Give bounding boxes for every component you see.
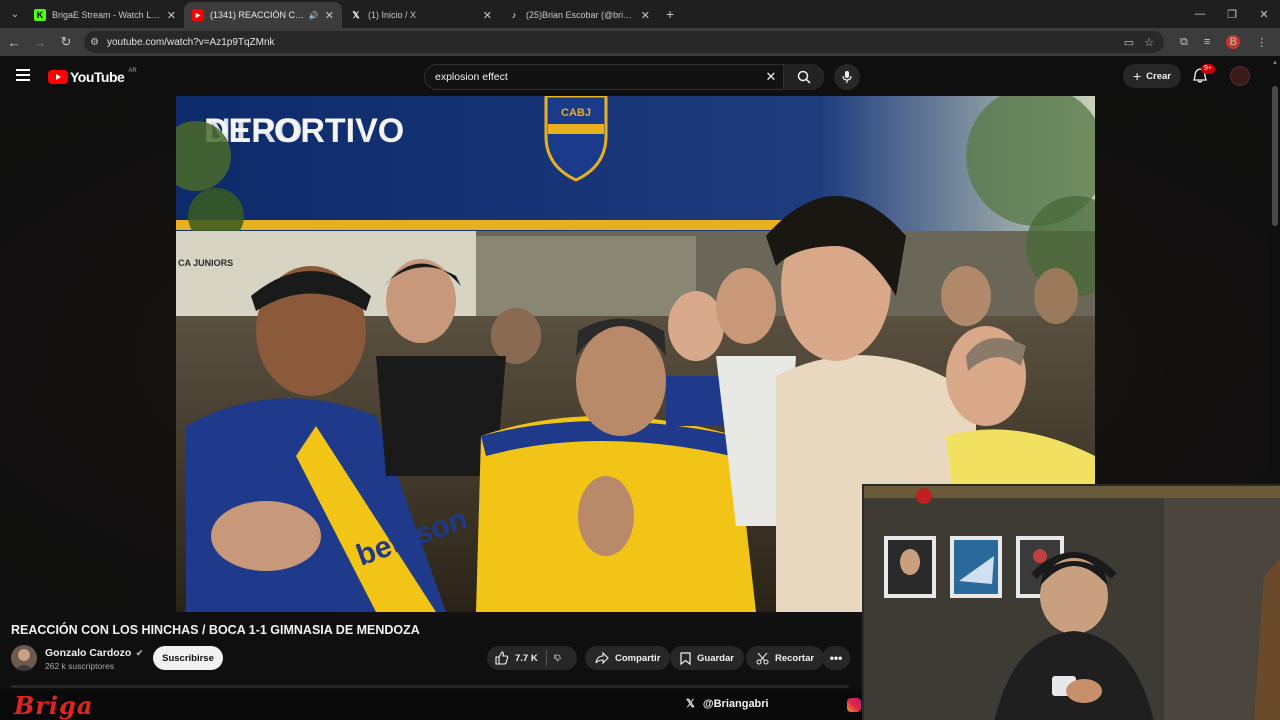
tab-title: (1) Inicio / X [368, 10, 417, 20]
channel-avatar-image [14, 649, 34, 671]
search-input[interactable]: explosion effect [425, 71, 759, 83]
dislike-button[interactable] [546, 646, 577, 670]
menu-icon[interactable]: ⋮ [1256, 36, 1267, 49]
browser-tab-strip: ⌄ K BrigaE Stream - Watch Live on K ✕ ▶ … [0, 0, 1280, 28]
voice-search-button[interactable] [834, 64, 860, 90]
new-tab-button[interactable]: + [666, 6, 674, 22]
back-icon[interactable]: ← [2, 35, 26, 50]
tab-title: BrigaE Stream - Watch Live on K [52, 10, 161, 20]
clip-button[interactable]: Recortar [746, 646, 825, 670]
country-code: AR [128, 68, 137, 74]
create-label: Crear [1146, 70, 1171, 82]
url-text: youtube.com/watch?v=Az1p9TqZMnk [106, 36, 275, 48]
channel-name[interactable]: Gonzalo Cardozo ✔ [45, 647, 143, 659]
account-avatar[interactable] [1230, 66, 1250, 86]
search-icon [797, 70, 811, 84]
thumbs-down-icon [554, 654, 561, 662]
more-actions-button[interactable]: ••• [822, 646, 850, 670]
media-controls-icon[interactable]: ≡ [1204, 36, 1210, 48]
like-count: 7.7 K [515, 652, 538, 664]
youtube-icon: ▶ [192, 9, 204, 21]
video-title: REACCIÓN CON LOS HINCHAS / BOCA 1-1 GIMN… [11, 623, 420, 637]
address-bar[interactable]: ⚙ youtube.com/watch?v=Az1p9TqZMnk ▭ ☆ [84, 31, 1164, 53]
wall-text: CA JUNIORS [178, 258, 233, 268]
thumbs-up-icon [495, 651, 509, 665]
toolbar-right: ⧉ ≡ B ⋮ [1172, 35, 1275, 49]
instagram-icon [847, 698, 861, 712]
close-window-icon[interactable]: ✕ [1248, 0, 1280, 28]
browser-tab-tiktok[interactable]: ♪ (25)Brian Escobar (@brigaesc) | ✕ [500, 2, 658, 28]
cast-icon[interactable]: ▭ [1124, 36, 1134, 49]
close-tab-icon[interactable]: ✕ [483, 9, 492, 22]
hamburger-menu-icon[interactable] [16, 69, 30, 81]
youtube-header: YouTube AR explosion effect ✕ + Crear 9+ [0, 56, 1270, 96]
description-box-edge [11, 685, 849, 688]
tab-title: (25)Brian Escobar (@brigaesc) | [526, 10, 635, 20]
restore-icon[interactable]: ❐ [1216, 0, 1248, 28]
channel-name-text: Gonzalo Cardozo [45, 647, 132, 659]
share-label: Compartir [615, 652, 661, 664]
save-button[interactable]: Guardar [670, 646, 744, 670]
tab-search-button[interactable]: ⌄ [4, 3, 26, 25]
reload-icon[interactable]: ↻ [54, 34, 78, 50]
banner-text: DEPORTIVO [204, 112, 404, 150]
share-arrow-icon [595, 652, 609, 664]
scrollbar-thumb[interactable] [1272, 86, 1278, 226]
create-button[interactable]: + Crear [1123, 64, 1181, 88]
site-info-icon[interactable]: ⚙ [90, 37, 99, 48]
handle-text: @Briangabri [702, 698, 769, 710]
browser-toolbar: ← → ↻ ⚙ youtube.com/watch?v=Az1p9TqZMnk … [0, 28, 1280, 56]
forward-icon[interactable]: → [28, 35, 52, 50]
clip-label: Recortar [775, 652, 815, 664]
verified-icon: ✔ [133, 648, 144, 658]
search-button[interactable] [783, 64, 823, 90]
channel-avatar[interactable] [11, 645, 37, 671]
crest-text: CABJ [561, 107, 591, 119]
youtube-play-icon [48, 70, 68, 84]
bookmark-star-icon[interactable]: ☆ [1144, 36, 1154, 49]
tiktok-icon: ♪ [511, 10, 517, 20]
scroll-up-arrow-icon[interactable]: ▲ [1272, 60, 1278, 66]
bookmark-icon [680, 651, 691, 665]
youtube-logo-text: YouTube [70, 69, 125, 85]
webcam-feed [864, 486, 1280, 720]
x-icon: 𝕏 [352, 9, 360, 20]
subscriber-count: 262 k suscriptores [45, 661, 114, 671]
search-box[interactable]: explosion effect ✕ [424, 64, 824, 90]
save-label: Guardar [697, 652, 734, 664]
social-handle: 𝕏 @Briangabri [686, 697, 769, 710]
streamer-webcam [862, 484, 1280, 720]
speaker-icon[interactable]: 🔊 [309, 11, 319, 20]
more-dots-icon: ••• [829, 651, 843, 665]
notification-count-badge: 9+ [1201, 64, 1215, 74]
plus-icon: + [1132, 68, 1142, 84]
close-tab-icon[interactable]: ✕ [641, 9, 650, 22]
x-icon: 𝕏 [686, 698, 695, 710]
window-controls: — ❐ ✕ [1184, 0, 1280, 28]
youtube-logo[interactable]: YouTube AR [48, 68, 137, 85]
extensions-icon[interactable]: ⧉ [1180, 36, 1188, 49]
browser-tab-youtube[interactable]: ▶ (1341) REACCIÓN CON LOS H 🔊 ✕ [184, 2, 342, 28]
kick-icon: K [34, 9, 46, 21]
microphone-icon [842, 71, 852, 83]
subscribe-button[interactable]: Suscribirse [153, 646, 223, 670]
stream-brand-logo: Briga [14, 691, 94, 720]
share-button[interactable]: Compartir [585, 646, 671, 670]
close-tab-icon[interactable]: ✕ [325, 9, 334, 22]
tab-title: (1341) REACCIÓN CON LOS H [210, 10, 305, 20]
browser-tab-x[interactable]: 𝕏 (1) Inicio / X ✕ [342, 2, 500, 28]
close-tab-icon[interactable]: ✕ [167, 9, 176, 22]
clear-search-icon[interactable]: ✕ [759, 69, 783, 85]
scissors-icon [756, 652, 769, 664]
profile-avatar[interactable]: B [1226, 35, 1241, 49]
minimize-icon[interactable]: — [1184, 0, 1216, 28]
browser-tab-kick[interactable]: K BrigaE Stream - Watch Live on K ✕ [26, 2, 184, 28]
screen: ⌄ K BrigaE Stream - Watch Live on K ✕ ▶ … [0, 0, 1280, 720]
